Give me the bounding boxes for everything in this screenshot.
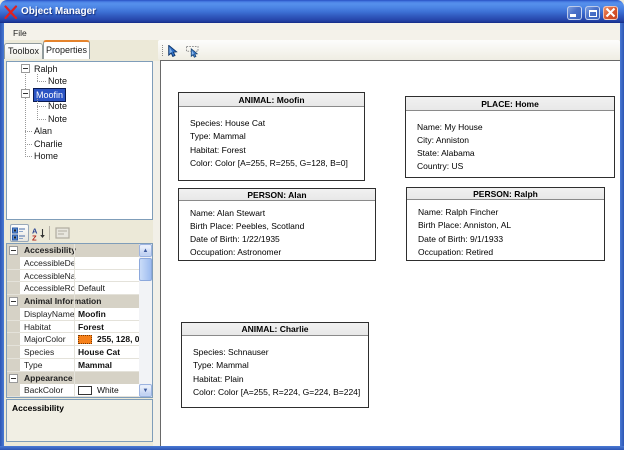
svg-text:Z: Z [32,234,37,242]
